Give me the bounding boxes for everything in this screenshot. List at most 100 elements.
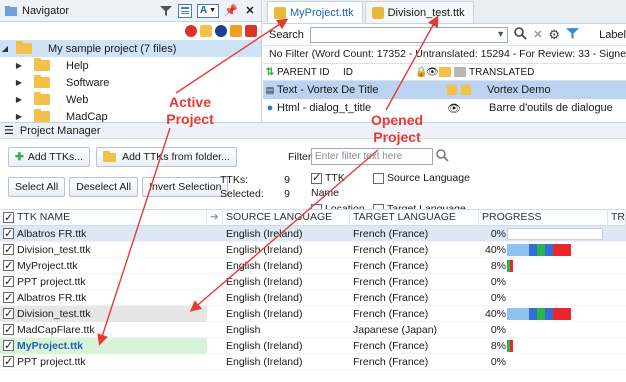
folder-add-icon[interactable]: [200, 25, 212, 37]
tab-label: MyProject.ttk: [290, 6, 354, 19]
funnel-icon[interactable]: [159, 4, 173, 18]
row-checkbox[interactable]: [3, 242, 14, 258]
tree-item[interactable]: ▶ Help: [0, 57, 261, 74]
checkbox[interactable]: [311, 171, 322, 186]
option-source-language[interactable]: Source Language: [373, 171, 473, 201]
column-parent-id[interactable]: PARENT ID: [277, 67, 343, 78]
column-id[interactable]: ID: [343, 67, 415, 78]
navigator-subtoolbar: [0, 22, 261, 40]
select-all-button[interactable]: Select All: [8, 177, 66, 197]
search-icon[interactable]: [514, 26, 527, 43]
row-checkbox[interactable]: [3, 290, 14, 306]
close-icon[interactable]: ✕: [243, 4, 257, 18]
chevron-down-icon[interactable]: ▼: [496, 29, 505, 39]
ttks-count: 9: [284, 174, 290, 186]
ttk-name-cell: MyProject.ttk: [0, 337, 207, 354]
target-language-cell: French (France): [353, 355, 429, 368]
column-source-language[interactable]: SOURCE LANGUAGE: [223, 209, 350, 226]
info-icon[interactable]: [215, 25, 227, 37]
progress-label: 8%: [490, 339, 506, 352]
checkbox[interactable]: [373, 172, 384, 184]
expand-icon[interactable]: ▶: [14, 78, 24, 87]
invert-selection-button[interactable]: Invert Selection: [142, 177, 229, 197]
segment-row[interactable]: ● Html - dialog_t_title 👁 Barre d'outils…: [263, 99, 626, 117]
ttk-stats: TTKs: 9 Selected: 9: [220, 173, 290, 201]
progress-label: 0%: [490, 291, 506, 304]
target-language-cell: French (France): [353, 307, 429, 320]
tree-item[interactable]: ▶ Web: [0, 91, 261, 108]
gear-icon[interactable]: ⚙: [548, 27, 560, 43]
progress-cell: 0%: [479, 290, 608, 306]
table-row[interactable]: PPT project.ttk English (Ireland) French (…: [0, 354, 626, 370]
progress-segment: [545, 243, 553, 256]
eye-icon: 👁: [426, 66, 439, 78]
column-translated[interactable]: TRA: [608, 209, 626, 226]
target-language-cell: French (France): [353, 259, 429, 272]
row-checkbox[interactable]: [3, 306, 14, 322]
tree-item[interactable]: ▶ Software: [0, 74, 261, 91]
sort-icon: ⇅: [265, 66, 275, 78]
flag-icon[interactable]: [245, 25, 257, 37]
filter-input[interactable]: Enter filter text here: [311, 148, 433, 165]
expand-icon[interactable]: ▶: [14, 112, 24, 121]
column-translated[interactable]: TRANSLATED: [469, 67, 534, 78]
row-checkbox[interactable]: [3, 258, 14, 274]
table-row[interactable]: MyProject.ttk English (Ireland) French (Fr…: [0, 258, 626, 274]
table-row[interactable]: Division_test.ttk English (Ireland) French…: [0, 242, 626, 258]
pin-icon[interactable]: 📌: [224, 4, 238, 18]
sort-dropdown[interactable]: A ▼: [196, 3, 219, 18]
layout-icon[interactable]: [177, 3, 192, 18]
table-row[interactable]: PPT project.ttk English (Ireland) French (…: [0, 274, 626, 290]
expand-icon[interactable]: ▶: [14, 95, 24, 104]
folder-icon: [34, 109, 50, 122]
menu-icon[interactable]: ☰: [4, 124, 14, 137]
navigator-icon: [4, 4, 18, 18]
deselect-all-button[interactable]: Deselect All: [69, 177, 139, 197]
search-input[interactable]: ▼: [309, 26, 509, 43]
add-file-icon: ✚: [15, 151, 24, 163]
expand-icon[interactable]: ▶: [14, 61, 24, 70]
tab-division-test[interactable]: Division_test.ttk: [364, 1, 474, 23]
table-row[interactable]: Albatros FR.ttk English (Ireland) French (…: [0, 226, 626, 242]
selected-label: Selected:: [220, 188, 264, 200]
table-row[interactable]: Albatros FR.ttk English (Ireland) French (…: [0, 290, 626, 306]
progress-segment: [537, 307, 545, 320]
clear-icon[interactable]: ✕: [533, 28, 542, 41]
target-language-cell: French (France): [353, 339, 429, 352]
row-checkbox[interactable]: [3, 274, 14, 290]
expand-icon[interactable]: ◢: [0, 44, 10, 53]
search-icon[interactable]: [436, 149, 450, 163]
add-ttks-button[interactable]: ✚ Add TTKs...: [8, 147, 91, 167]
table-row[interactable]: MadCapFlare.ttk English Japanese (Japan) 0%: [0, 322, 626, 338]
row-checkbox[interactable]: [3, 322, 14, 338]
tab-myproject[interactable]: MyProject.ttk: [267, 1, 363, 23]
add-from-folder-button[interactable]: Add TTKs from folder...: [96, 147, 237, 167]
ttk-name: MyProject.ttk: [17, 259, 78, 272]
document-tabs: MyProject.ttk Division_test.ttk: [263, 0, 626, 24]
filter-label: Filter: [288, 151, 312, 163]
remove-icon[interactable]: [185, 25, 197, 37]
option-label: Source Language: [387, 172, 470, 184]
option-ttk-name[interactable]: TTK Name: [311, 171, 373, 201]
ttks-label: TTKs:: [220, 174, 248, 186]
column-ttk-name[interactable]: TTK NAME: [0, 209, 207, 226]
chevron-down-icon: ▼: [209, 7, 216, 14]
table-row[interactable]: Division_test.ttk English (Ireland) French…: [0, 305, 626, 322]
column-target-language[interactable]: TARGET LANGUAGE: [350, 209, 479, 226]
progress-cell: 0%: [479, 322, 608, 338]
lock-icon[interactable]: [230, 25, 242, 37]
row-checkbox[interactable]: [3, 226, 14, 242]
source-language-cell: English (Ireland): [226, 243, 303, 256]
ttk-table: TTK NAME ➔ SOURCE LANGUAGE TARGET LANGUA…: [0, 209, 626, 370]
select-all-checkbox[interactable]: [3, 210, 14, 226]
row-checkbox[interactable]: [3, 354, 14, 370]
column-progress[interactable]: PROGRESS: [479, 209, 608, 226]
row-checkbox[interactable]: [3, 338, 14, 354]
tree-root-item[interactable]: ◢ My sample project (7 files): [0, 40, 261, 57]
filter-icon[interactable]: [566, 27, 580, 43]
ttk-name: MyProject.ttk: [17, 339, 83, 352]
spacer-cell: [207, 338, 223, 354]
add-ttks-label: Add TTKs...: [27, 151, 84, 163]
table-row[interactable]: MyProject.ttk English (Ireland) French (Fr…: [0, 337, 626, 354]
segment-row[interactable]: ▤ Text - Vortex De Title Vortex Demo: [263, 81, 626, 99]
